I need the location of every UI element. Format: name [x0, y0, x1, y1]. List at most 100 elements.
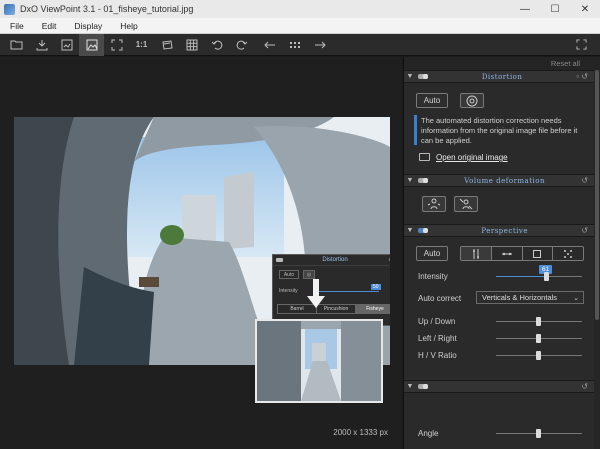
volume-toggle[interactable] — [418, 178, 428, 183]
up-down-slider-thumb[interactable] — [536, 317, 541, 326]
perspective-auto-button[interactable]: Auto — [416, 246, 448, 261]
inset-type-segment: Barrel Pincushion Fisheye — [277, 304, 390, 314]
inset-header: Distortion ↺ — [273, 255, 390, 266]
distortion-toggle[interactable] — [418, 74, 428, 79]
reset-all-button[interactable]: Reset all — [551, 59, 580, 68]
hv-ratio-slider-thumb[interactable] — [536, 351, 541, 360]
rotate-right-icon — [236, 40, 247, 50]
inset-distortion-panel: Distortion ↺ Auto ◎ Intensity 50 Barrel … — [272, 254, 390, 326]
vertical-lines-button[interactable] — [461, 247, 492, 260]
grid-icon — [186, 39, 197, 50]
rectangle-button[interactable] — [523, 247, 554, 260]
horizon-reset-icon[interactable]: ↺ — [581, 382, 588, 391]
crop-button[interactable] — [154, 34, 179, 56]
next-icon — [314, 41, 326, 48]
chevron-down-icon: ⌄ — [573, 294, 579, 302]
maximize-button[interactable]: ☐ — [540, 0, 570, 18]
compare-icon — [61, 39, 72, 50]
fit-to-screen-icon — [111, 39, 122, 50]
title-bar: DxO ViewPoint 3.1 - 01_fisheye_tutorial.… — [0, 0, 600, 18]
fit-screen-button[interactable] — [104, 34, 129, 56]
collapse-icon[interactable]: ▼ — [404, 227, 416, 234]
vertical-lines-icon — [472, 248, 479, 259]
info-accent-bar — [414, 115, 417, 145]
inset-intensity-label: Intensity — [279, 288, 298, 294]
export-button[interactable] — [29, 34, 54, 56]
filmstrip-icon — [289, 41, 300, 48]
horizon-section-header[interactable]: ▼ ↺ — [404, 380, 594, 393]
intensity-slider-thumb[interactable] — [544, 272, 549, 281]
person-diagonal-icon — [459, 198, 473, 210]
app-logo-icon — [4, 3, 15, 15]
image-size-label: 2000 x 1333 px — [333, 428, 388, 437]
rotate-left-button[interactable] — [204, 34, 229, 56]
one-to-one-button[interactable]: 1:1 — [129, 34, 154, 56]
rotate-left-icon — [211, 40, 222, 50]
one-to-one-label: 1:1 — [135, 40, 148, 49]
volume-horizontal-button[interactable] — [422, 196, 446, 212]
collapse-icon[interactable]: ▼ — [404, 177, 416, 184]
collapse-icon[interactable]: ▼ — [404, 383, 416, 390]
perspective-section-header[interactable]: ▼ Perspective ↺ — [404, 224, 594, 237]
window-controls: — ☐ ✕ — [510, 0, 600, 18]
inset-auto-button: Auto — [279, 270, 299, 279]
corrections-panel: Reset all ▼ Distortion ▫ ↺ Auto The auto… — [403, 57, 600, 449]
compare-button[interactable] — [54, 34, 79, 56]
angle-slider-thumb[interactable] — [536, 429, 541, 438]
grid-button[interactable] — [179, 34, 204, 56]
perspective-reset-icon[interactable]: ↺ — [581, 226, 588, 235]
open-folder-icon — [10, 40, 23, 50]
menu-bar: File Edit Display Help — [0, 18, 600, 34]
eight-points-button[interactable] — [553, 247, 583, 260]
menu-edit[interactable]: Edit — [32, 21, 65, 31]
menu-help[interactable]: Help — [110, 21, 145, 31]
perspective-toggle[interactable] — [418, 228, 428, 233]
scrollbar-thumb[interactable] — [595, 70, 599, 320]
menu-display[interactable]: Display — [64, 21, 110, 31]
auto-correct-label: Auto correct — [418, 294, 462, 303]
toolbar: 1:1 — [0, 33, 600, 56]
volume-section-header[interactable]: ▼ Volume deformation ↺ — [404, 174, 594, 187]
hv-ratio-label: H / V Ratio — [418, 351, 457, 360]
volume-title: Volume deformation — [464, 176, 546, 185]
fisheye-icon — [466, 95, 478, 106]
image-view-button[interactable] — [79, 33, 104, 56]
left-right-slider-thumb[interactable] — [536, 334, 541, 343]
open-folder-button[interactable] — [4, 34, 29, 56]
image-view-icon — [86, 39, 97, 50]
rectangle-icon — [533, 249, 542, 258]
fisheye-mode-button[interactable] — [460, 93, 484, 108]
volume-diagonal-button[interactable] — [454, 196, 478, 212]
minimize-button[interactable]: — — [510, 0, 540, 18]
filmstrip-button[interactable] — [282, 34, 307, 56]
inset-toggle-icon — [276, 258, 283, 262]
fullscreen-icon — [576, 39, 587, 50]
inset-title: Distortion — [322, 257, 348, 263]
export-icon — [36, 39, 47, 50]
distortion-header-icons[interactable]: ▫ ↺ — [576, 72, 588, 81]
up-down-label: Up / Down — [418, 317, 456, 326]
auto-correct-select[interactable]: Verticals & Horizontals ⌄ — [476, 291, 584, 304]
horizon-toggle[interactable] — [418, 384, 428, 389]
inset-reset-icon: ↺ — [388, 256, 390, 264]
fullscreen-button[interactable] — [569, 34, 594, 56]
collapse-icon[interactable]: ▼ — [404, 73, 416, 80]
menu-file[interactable]: File — [0, 21, 32, 31]
rotate-right-button[interactable] — [229, 34, 254, 56]
intensity-slider-fill — [496, 276, 546, 277]
next-button[interactable] — [307, 34, 332, 56]
volume-reset-icon[interactable]: ↺ — [581, 176, 588, 185]
horizontal-lines-button[interactable] — [492, 247, 523, 260]
panel-top-bar: Reset all — [404, 57, 600, 70]
angle-label: Angle — [418, 429, 439, 438]
folder-icon — [419, 153, 430, 161]
previous-button[interactable] — [257, 34, 282, 56]
panel-scrollbar[interactable] — [594, 70, 600, 449]
close-button[interactable]: ✕ — [570, 0, 600, 18]
left-right-label: Left / Right — [418, 334, 457, 343]
image-viewer[interactable]: Distortion ↺ Auto ◎ Intensity 50 Barrel … — [0, 57, 402, 449]
open-original-link[interactable]: Open original image — [436, 153, 508, 162]
distortion-section-header[interactable]: ▼ Distortion ▫ ↺ — [404, 70, 594, 83]
distortion-auto-button[interactable]: Auto — [416, 93, 448, 108]
intensity-label: Intensity — [418, 272, 448, 281]
